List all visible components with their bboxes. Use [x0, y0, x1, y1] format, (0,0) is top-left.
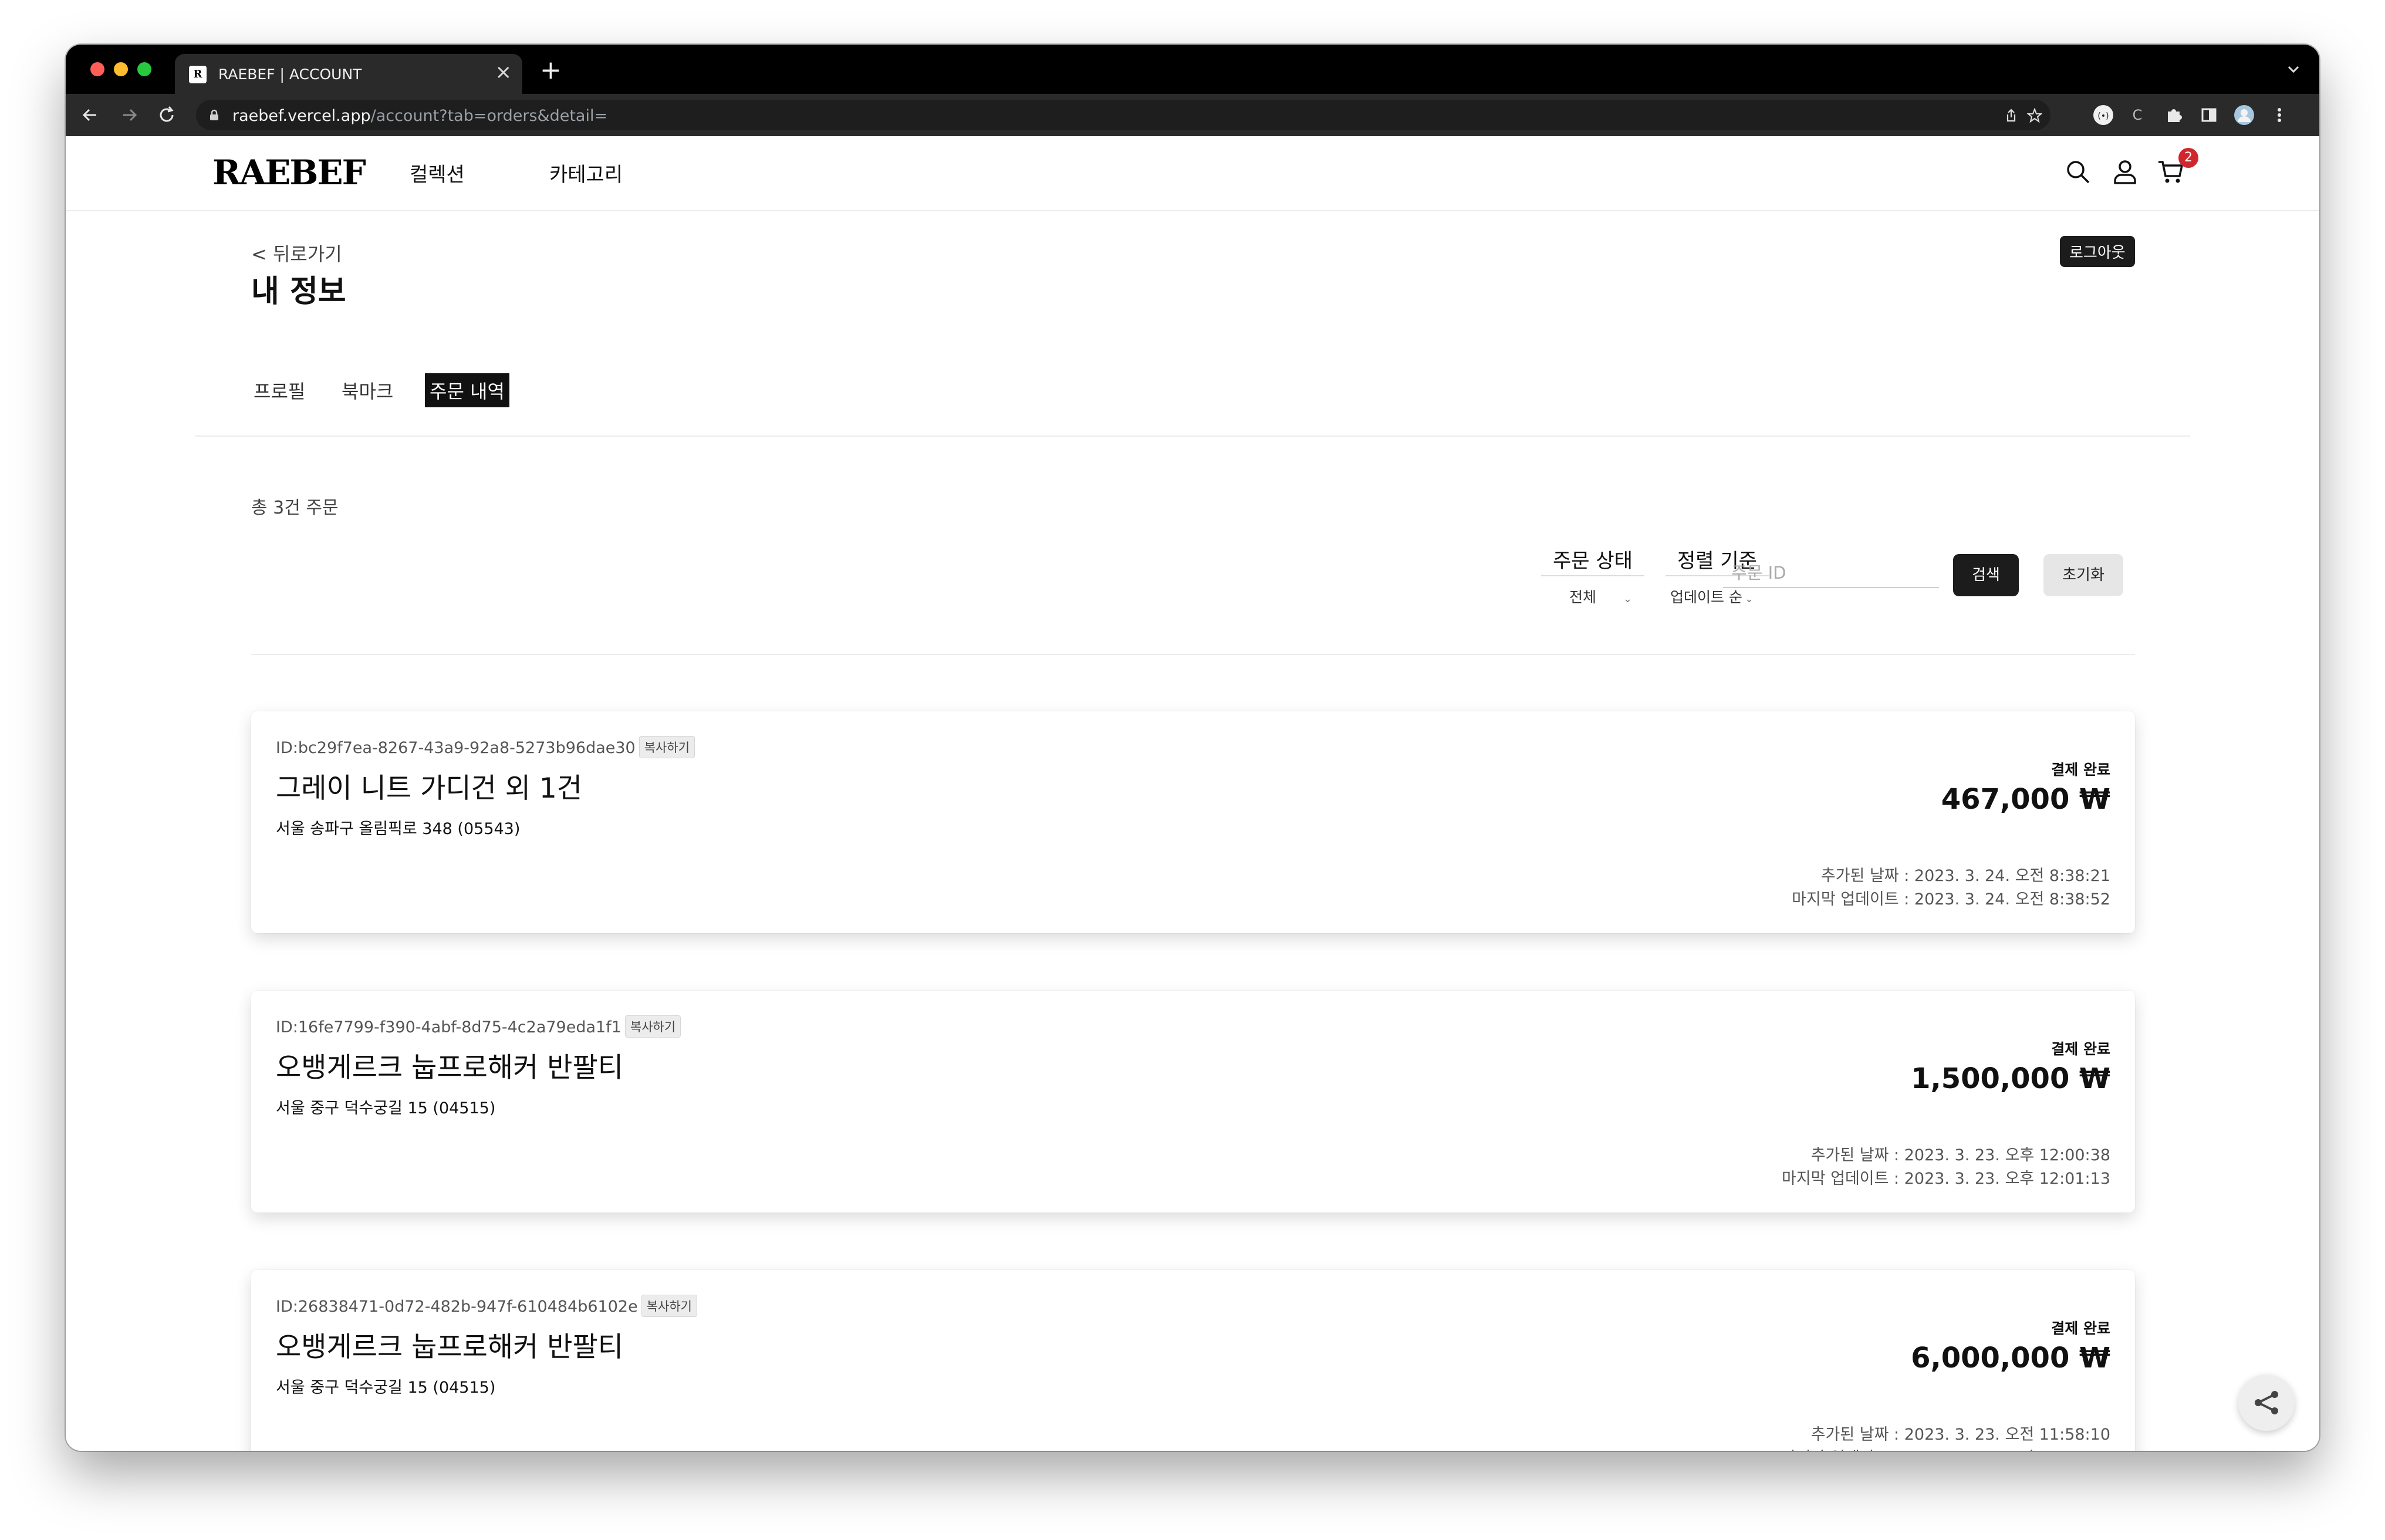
browser-window: R RAEBEF | ACCOUNT × + raebef.vercel.app…: [66, 45, 2319, 1451]
order-address: 서울 송파구 올림픽로 348 (05543): [276, 820, 521, 838]
order-id-search-input[interactable]: [1723, 559, 1939, 588]
reset-button[interactable]: 초기화: [2043, 554, 2123, 596]
order-product-name: 그레이 니트 가디건 외 1건: [276, 772, 583, 805]
url-text: raebef.vercel.app/account?tab=orders&det…: [232, 107, 608, 125]
browser-tab[interactable]: R RAEBEF | ACCOUNT ×: [175, 54, 522, 94]
order-status: 결제 완료: [2051, 1320, 2110, 1337]
order-count: 총 3건 주문: [251, 498, 339, 518]
order-card[interactable]: ID:bc29f7ea-8267-43a9-92a8-5273b96dae30 복…: [251, 711, 2135, 933]
toolbar: raebef.vercel.app/account?tab=orders&det…: [66, 94, 2319, 136]
status-filter-label: 주문 상태: [1553, 549, 1633, 573]
copy-id-button[interactable]: 복사하기: [641, 1295, 697, 1317]
browser-menu-icon[interactable]: [2268, 103, 2291, 127]
tab-strip: R RAEBEF | ACCOUNT × +: [66, 45, 2319, 94]
forward-arrow-icon[interactable]: [117, 103, 141, 127]
status-filter-select[interactable]: 전체 ⌄: [1569, 586, 1632, 607]
order-added-date: 추가된 날짜 : 2023. 3. 24. 오전 8:38:21: [1820, 867, 2110, 885]
order-updated-date: 마지막 업데이트 : 2023. 3. 24. 오전 8:38:52: [1792, 890, 2110, 909]
tab-bookmarks[interactable]: 북마크: [342, 377, 393, 404]
order-id: ID:16fe7799-f390-4abf-8d75-4c2a79eda1f1 복…: [276, 1015, 681, 1038]
order-card[interactable]: ID:16fe7799-f390-4abf-8d75-4c2a79eda1f1 복…: [251, 991, 2135, 1213]
extensions-puzzle-icon[interactable]: [2162, 103, 2185, 127]
share-button[interactable]: [2238, 1374, 2295, 1431]
back-link[interactable]: < 뒤로가기: [251, 239, 342, 266]
order-address: 서울 중구 덕수궁길 15 (04515): [276, 1379, 496, 1397]
order-price: 1,500,000 ₩: [1911, 1062, 2110, 1095]
extension-code-icon[interactable]: C: [2126, 103, 2149, 127]
chevron-down-icon: ⌄: [1623, 593, 1633, 605]
tab-close-icon[interactable]: ×: [495, 62, 512, 82]
user-icon[interactable]: [2110, 157, 2140, 187]
back-arrow-icon[interactable]: [79, 103, 102, 127]
divider: [1541, 575, 1644, 576]
chevron-down-icon: ⌄: [1744, 593, 1754, 605]
search-icon[interactable]: [2063, 157, 2093, 187]
order-updated-date: 마지막 업데이트 : 2023. 3. 23. 오후 12:01:13: [1782, 1170, 2110, 1188]
nav-collection[interactable]: 컬렉션: [410, 158, 465, 187]
sort-filter-select[interactable]: 업데이트 순 ⌄: [1670, 586, 1754, 607]
site-header: RAEBEF 컬렉션 카테고리 2: [66, 136, 2319, 211]
order-updated-date: 마지막 업데이트 : 2023. 3. 23. 오전 11:59:32: [1782, 1445, 2110, 1451]
logout-button[interactable]: 로그아웃: [2060, 236, 2135, 267]
search-button[interactable]: 검색: [1953, 554, 2019, 596]
order-id: ID:26838471-0d72-482b-947f-610484b6102e 복…: [276, 1295, 697, 1317]
order-added-date: 추가된 날짜 : 2023. 3. 23. 오전 11:58:10: [1810, 1426, 2110, 1444]
page-title: 내 정보: [251, 274, 346, 309]
order-id: ID:bc29f7ea-8267-43a9-92a8-5273b96dae30 복…: [276, 736, 695, 758]
side-panel-icon[interactable]: [2197, 103, 2221, 127]
web-page: RAEBEF 컬렉션 카테고리 2 < 뒤로가기 내 정보 로그아웃 프로필 북…: [66, 136, 2319, 1451]
copy-id-button[interactable]: 복사하기: [624, 1015, 681, 1038]
extension-record-icon[interactable]: (•): [2092, 103, 2115, 127]
share-icon: [2255, 1391, 2278, 1414]
order-price: 6,000,000 ₩: [1911, 1342, 2110, 1374]
bookmark-star-icon[interactable]: [2027, 108, 2042, 123]
lock-icon: [210, 109, 218, 120]
order-card[interactable]: ID:26838471-0d72-482b-947f-610484b6102e 복…: [251, 1270, 2135, 1451]
tab-profile[interactable]: 프로필: [254, 377, 305, 404]
site-logo[interactable]: RAEBEF: [212, 153, 366, 192]
order-status: 결제 완료: [2051, 1041, 2110, 1058]
divider: [251, 654, 2135, 655]
url-field[interactable]: raebef.vercel.app/account?tab=orders&det…: [196, 100, 2050, 130]
order-added-date: 추가된 날짜 : 2023. 3. 23. 오후 12:00:38: [1810, 1146, 2110, 1164]
favicon-icon: R: [189, 66, 207, 83]
divider: [195, 435, 2190, 437]
order-address: 서울 중구 덕수궁길 15 (04515): [276, 1099, 496, 1117]
maximize-window-button[interactable]: [137, 62, 151, 76]
order-product-name: 오뱅게르크 눕프로해커 반팔티: [276, 1052, 623, 1084]
reload-icon[interactable]: [155, 103, 178, 127]
share-page-icon[interactable]: [2004, 108, 2019, 123]
profile-avatar-icon[interactable]: [2232, 103, 2256, 127]
tab-title: RAEBEF | ACCOUNT: [218, 66, 362, 83]
cart-count-badge: 2: [2178, 148, 2198, 168]
order-price: 467,000 ₩: [1941, 783, 2110, 816]
minimize-window-button[interactable]: [114, 62, 128, 76]
copy-id-button[interactable]: 복사하기: [639, 736, 695, 758]
new-tab-button[interactable]: +: [540, 58, 562, 83]
order-product-name: 오뱅게르크 눕프로해커 반팔티: [276, 1331, 623, 1363]
svg-text:C: C: [2133, 107, 2143, 123]
tab-search-chevron-icon[interactable]: [2285, 61, 2302, 77]
order-status: 결제 완료: [2051, 761, 2110, 778]
svg-text:(•): (•): [2097, 112, 2109, 121]
nav-category[interactable]: 카테고리: [549, 158, 623, 187]
close-window-button[interactable]: [90, 62, 104, 76]
tab-orders[interactable]: 주문 내역: [425, 373, 509, 407]
